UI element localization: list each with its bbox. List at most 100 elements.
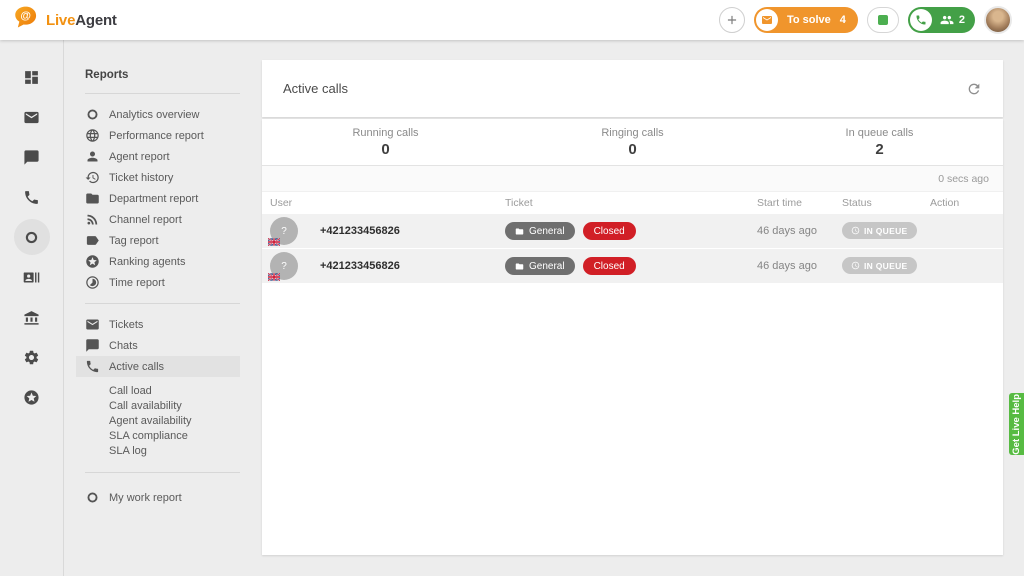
ticket-cell: General Closed xyxy=(505,222,757,240)
rail-addons-icon[interactable] xyxy=(12,377,52,417)
rail-contacts-icon[interactable] xyxy=(12,257,52,297)
chat-status-button[interactable] xyxy=(867,7,899,33)
page-title: Active calls xyxy=(283,81,348,96)
caller-number: +421233456826 xyxy=(320,225,400,237)
sidebar-item-time-report[interactable]: Time report xyxy=(64,272,262,293)
sidebar-item-analytics-overview[interactable]: Analytics overview xyxy=(64,104,262,125)
divider xyxy=(85,93,240,94)
sidebar-item-my-work-report[interactable]: My work report xyxy=(64,487,262,508)
sidebar-item-tag-report[interactable]: Tag report xyxy=(64,230,262,251)
last-updated: 0 secs ago xyxy=(262,166,1003,192)
sidebar-item-tickets[interactable]: Tickets xyxy=(64,314,262,335)
sidebar-item-performance-report[interactable]: Performance report xyxy=(64,125,262,146)
call-row[interactable]: ? +421233456826 General Closed 46 days a… xyxy=(262,249,1003,283)
rail-calls-icon[interactable] xyxy=(12,177,52,217)
stat-value: 0 xyxy=(628,141,636,158)
chat-square-icon xyxy=(878,15,888,25)
person-icon xyxy=(85,149,100,164)
people-icon xyxy=(940,13,954,27)
donut-icon xyxy=(85,107,100,122)
get-live-help-button[interactable]: Get Live Help xyxy=(1009,393,1024,455)
ticket-state-badge[interactable]: Closed xyxy=(583,222,636,240)
sidebar-item-sla-log[interactable]: SLA log xyxy=(64,443,262,458)
panel-body: Running calls 0 Ringing calls 0 In queue… xyxy=(262,119,1003,555)
department-badge[interactable]: General xyxy=(505,257,575,275)
sidebar-item-chats[interactable]: Chats xyxy=(64,335,262,356)
stat-value: 0 xyxy=(381,141,389,158)
star-circle-icon xyxy=(85,254,100,269)
donut-icon xyxy=(85,490,100,505)
divider xyxy=(85,472,240,473)
call-stats: Running calls 0 Ringing calls 0 In queue… xyxy=(262,119,1003,166)
status-cell: IN QUEUE xyxy=(842,222,930,240)
user-cell: ? +421233456826 xyxy=(262,252,505,280)
tag-icon xyxy=(85,233,100,248)
top-bar: @ LiveAgent To solve 4 2 xyxy=(0,0,1024,40)
folder-icon xyxy=(515,262,524,271)
user-avatar[interactable] xyxy=(984,6,1012,34)
refresh-button[interactable] xyxy=(966,81,982,97)
department-badge[interactable]: General xyxy=(505,222,575,240)
col-ticket: Ticket xyxy=(505,197,757,209)
top-controls: To solve 4 2 xyxy=(719,6,1012,34)
sidebar-item-ticket-history[interactable]: Ticket history xyxy=(64,167,262,188)
sidebar-item-channel-report[interactable]: Channel report xyxy=(64,209,262,230)
status-badge: IN QUEUE xyxy=(842,257,917,274)
sidebar-item-call-availability[interactable]: Call availability xyxy=(64,398,262,413)
logo-text: LiveAgent xyxy=(46,12,117,29)
rail-dashboard-icon[interactable] xyxy=(12,57,52,97)
stat-ringing-calls: Ringing calls 0 xyxy=(509,119,756,165)
sidebar-item-active-calls[interactable]: Active calls xyxy=(76,356,240,377)
icon-rail xyxy=(0,40,64,576)
main-area: Reports Analytics overview Performance r… xyxy=(0,40,1024,576)
user-cell: ? +421233456826 xyxy=(262,217,505,245)
plus-icon xyxy=(725,13,739,27)
rail-settings-icon[interactable] xyxy=(12,337,52,377)
call-row[interactable]: ? +421233456826 General Closed 46 days a… xyxy=(262,214,1003,248)
reports-sidebar: Reports Analytics overview Performance r… xyxy=(64,40,262,576)
chat-icon xyxy=(85,338,100,353)
uk-flag-icon xyxy=(268,273,280,281)
time-icon xyxy=(85,275,100,290)
svg-text:@: @ xyxy=(20,10,31,22)
mail-icon xyxy=(85,317,100,332)
table-header: User Ticket Start time Status Action xyxy=(262,192,1003,214)
rail-academy-icon[interactable] xyxy=(12,297,52,337)
clock-icon xyxy=(851,261,860,270)
add-new-button[interactable] xyxy=(719,7,745,33)
liveagent-logo[interactable]: @ LiveAgent xyxy=(13,5,117,35)
phone-icon xyxy=(910,9,932,31)
folder-icon xyxy=(85,191,100,206)
sidebar-item-department-report[interactable]: Department report xyxy=(64,188,262,209)
caller-number: +421233456826 xyxy=(320,260,400,272)
col-start-time: Start time xyxy=(757,197,842,209)
col-user: User xyxy=(262,197,505,209)
content-area: Active calls Running calls 0 Ringing cal… xyxy=(262,40,1024,576)
col-status: Status xyxy=(842,197,930,209)
to-solve-button[interactable]: To solve 4 xyxy=(754,7,858,33)
start-time: 46 days ago xyxy=(757,225,842,237)
start-time: 46 days ago xyxy=(757,260,842,272)
sidebar-item-call-load[interactable]: Call load xyxy=(64,383,262,398)
col-action: Action xyxy=(930,197,1003,209)
sidebar-item-ranking-agents[interactable]: Ranking agents xyxy=(64,251,262,272)
sidebar-item-agent-report[interactable]: Agent report xyxy=(64,146,262,167)
ticket-state-badge[interactable]: Closed xyxy=(583,257,636,275)
calls-status-button[interactable]: 2 xyxy=(908,7,975,33)
rail-chats-icon[interactable] xyxy=(12,137,52,177)
sidebar-item-agent-availability[interactable]: Agent availability xyxy=(64,413,262,428)
uk-flag-icon xyxy=(268,238,280,246)
rail-mail-icon[interactable] xyxy=(12,97,52,137)
rss-icon xyxy=(85,212,100,227)
sidebar-item-sla-compliance[interactable]: SLA compliance xyxy=(64,428,262,443)
rail-reports-icon[interactable] xyxy=(12,217,52,257)
envelope-icon xyxy=(756,9,778,31)
clock-icon xyxy=(851,226,860,235)
folder-icon xyxy=(515,227,524,236)
ticket-cell: General Closed xyxy=(505,257,757,275)
stat-running-calls: Running calls 0 xyxy=(262,119,509,165)
to-solve-count: 4 xyxy=(840,14,846,26)
sidebar-title: Reports xyxy=(85,69,262,81)
to-solve-label: To solve xyxy=(787,14,831,26)
panel-header: Active calls xyxy=(262,60,1003,117)
